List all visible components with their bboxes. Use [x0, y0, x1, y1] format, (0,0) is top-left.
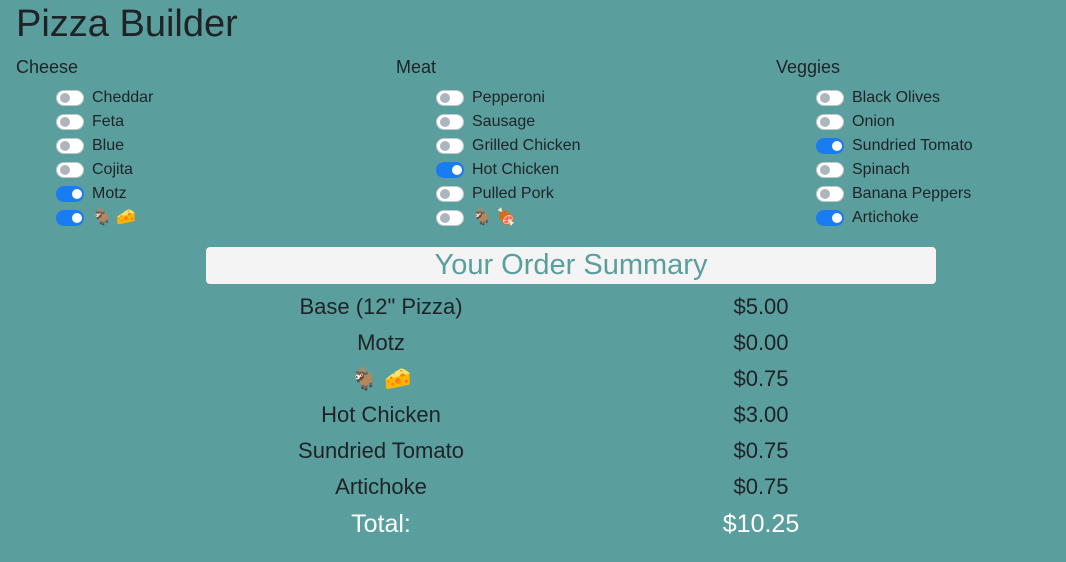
meat-heading: Meat	[396, 57, 437, 77]
spinach-toggle[interactable]	[816, 162, 844, 178]
option-goat-cheese: 🐐 🧀	[56, 206, 356, 230]
summary-item-name: Sundried Tomato	[298, 438, 464, 463]
veggies-heading: Veggies	[776, 57, 841, 77]
cheddar-toggle[interactable]	[56, 90, 84, 106]
option-onion: Onion	[816, 110, 1066, 134]
option-pulled-pork: Pulled Pork	[436, 182, 736, 206]
hot-chicken-label[interactable]: Hot Chicken	[472, 160, 559, 180]
summary-item-name: Hot Chicken	[321, 402, 441, 427]
option-goat-meat: 🐐 🍖	[436, 206, 736, 230]
cheese-options: Cheddar Feta Blue Cojita Motz 🐐 🧀	[16, 86, 356, 230]
artichoke-label[interactable]: Artichoke	[852, 208, 919, 228]
summary-row-sundried-tomato: Sundried Tomato $0.75	[191, 433, 952, 469]
pulled-pork-label[interactable]: Pulled Pork	[472, 184, 554, 204]
feta-toggle[interactable]	[56, 114, 84, 130]
summary-row-artichoke: Artichoke $0.75	[191, 469, 952, 505]
option-sausage: Sausage	[436, 110, 736, 134]
summary-item-price: $0.75	[733, 366, 789, 391]
sausage-toggle[interactable]	[436, 114, 464, 130]
order-summary-table: Base (12" Pizza) $5.00 Motz $0.00 🐐 🧀 $0…	[191, 289, 952, 543]
option-black-olives: Black Olives	[816, 86, 1066, 110]
summary-item-price: $0.75	[733, 474, 789, 499]
order-summary-heading: Your Order Summary	[206, 247, 936, 284]
option-blue: Blue	[56, 134, 356, 158]
summary-row-goat-cheese: 🐐 🧀 $0.75	[191, 361, 952, 397]
option-feta: Feta	[56, 110, 356, 134]
summary-item-name: Artichoke	[335, 474, 427, 499]
grilled-chicken-label[interactable]: Grilled Chicken	[472, 136, 580, 156]
blue-toggle[interactable]	[56, 138, 84, 154]
hot-chicken-toggle[interactable]	[436, 162, 464, 178]
sundried-tomato-toggle[interactable]	[816, 138, 844, 154]
summary-row-motz: Motz $0.00	[191, 325, 952, 361]
option-artichoke: Artichoke	[816, 206, 1066, 230]
summary-item-name: Base (12" Pizza)	[299, 294, 463, 319]
onion-toggle[interactable]	[816, 114, 844, 130]
grilled-chicken-toggle[interactable]	[436, 138, 464, 154]
black-olives-toggle[interactable]	[816, 90, 844, 106]
veggies-column: Veggies Black Olives Onion Sundried Toma…	[776, 56, 1066, 230]
meat-column: Meat Pepperoni Sausage Grilled Chicken H…	[396, 56, 736, 230]
meat-options: Pepperoni Sausage Grilled Chicken Hot Ch…	[396, 86, 736, 230]
total-label: Total:	[351, 510, 411, 538]
pulled-pork-toggle[interactable]	[436, 186, 464, 202]
summary-item-price: $0.75	[733, 438, 789, 463]
banana-peppers-toggle[interactable]	[816, 186, 844, 202]
summary-item-name: Motz	[357, 330, 405, 355]
summary-item-price: $3.00	[733, 402, 789, 427]
goat-cheese-toggle[interactable]	[56, 210, 84, 226]
pepperoni-toggle[interactable]	[436, 90, 464, 106]
option-spinach: Spinach	[816, 158, 1066, 182]
summary-item-price: $0.00	[733, 330, 789, 355]
sausage-label[interactable]: Sausage	[472, 112, 535, 132]
total-value: $10.25	[722, 510, 800, 538]
goat-meat-label[interactable]: 🐐 🍖	[472, 208, 516, 228]
motz-label[interactable]: Motz	[92, 184, 127, 204]
pepperoni-label[interactable]: Pepperoni	[472, 88, 545, 108]
summary-item-name: 🐐 🧀	[350, 366, 412, 391]
option-pepperoni: Pepperoni	[436, 86, 736, 110]
veggies-options: Black Olives Onion Sundried Tomato Spina…	[776, 86, 1066, 230]
option-motz: Motz	[56, 182, 356, 206]
onion-label[interactable]: Onion	[852, 112, 895, 132]
cheddar-label[interactable]: Cheddar	[92, 88, 153, 108]
sundried-tomato-label[interactable]: Sundried Tomato	[852, 136, 973, 156]
motz-toggle[interactable]	[56, 186, 84, 202]
option-sundried-tomato: Sundried Tomato	[816, 134, 1066, 158]
black-olives-label[interactable]: Black Olives	[852, 88, 940, 108]
feta-label[interactable]: Feta	[92, 112, 124, 132]
option-grilled-chicken: Grilled Chicken	[436, 134, 736, 158]
goat-meat-toggle[interactable]	[436, 210, 464, 226]
spinach-label[interactable]: Spinach	[852, 160, 910, 180]
cojita-label[interactable]: Cojita	[92, 160, 133, 180]
option-cojita: Cojita	[56, 158, 356, 182]
option-cheddar: Cheddar	[56, 86, 356, 110]
summary-row-hot-chicken: Hot Chicken $3.00	[191, 397, 952, 433]
cheese-heading: Cheese	[16, 57, 79, 77]
summary-row-base: Base (12" Pizza) $5.00	[191, 289, 952, 325]
cojita-toggle[interactable]	[56, 162, 84, 178]
summary-total-row: Total: $10.25	[191, 505, 952, 543]
option-hot-chicken: Hot Chicken	[436, 158, 736, 182]
summary-item-price: $5.00	[733, 294, 789, 319]
artichoke-toggle[interactable]	[816, 210, 844, 226]
cheese-column: Cheese Cheddar Feta Blue Cojita Motz 🐐 🧀	[16, 56, 356, 230]
blue-label[interactable]: Blue	[92, 136, 124, 156]
banana-peppers-label[interactable]: Banana Peppers	[852, 184, 971, 204]
option-banana-peppers: Banana Peppers	[816, 182, 1066, 206]
goat-cheese-label[interactable]: 🐐 🧀	[92, 208, 136, 228]
page-title: Pizza Builder	[16, 3, 238, 45]
